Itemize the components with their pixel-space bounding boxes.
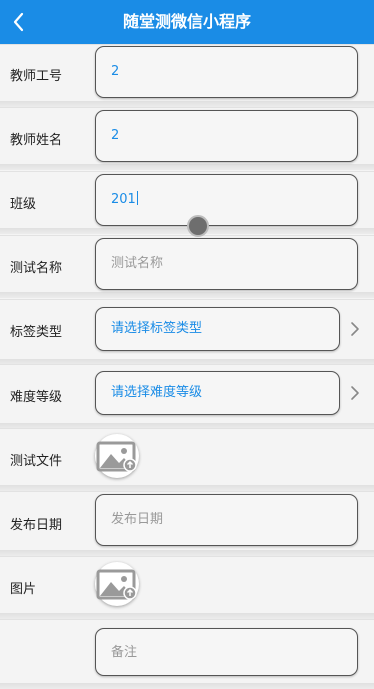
teacher-id-input[interactable]: 2 bbox=[95, 46, 358, 98]
form-row-image: 图片 bbox=[0, 556, 374, 619]
text-cursor bbox=[136, 191, 138, 205]
test-file-label: 测试文件 bbox=[10, 454, 63, 469]
class-label: 班级 bbox=[10, 197, 37, 212]
remark-input[interactable]: 备注 bbox=[95, 628, 358, 676]
test-file-upload-button[interactable] bbox=[95, 434, 139, 478]
page-title: 随堂测微信小程序 bbox=[122, 12, 251, 31]
test-name-input[interactable]: 测试名称 bbox=[95, 238, 358, 290]
form-row-test-file: 测试文件 bbox=[0, 428, 374, 491]
teacher-name-label: 教师姓名 bbox=[10, 133, 63, 148]
teacher-id-label: 教师工号 bbox=[10, 69, 63, 84]
test-name-label: 测试名称 bbox=[10, 261, 63, 276]
tag-type-label: 标签类型 bbox=[10, 325, 63, 340]
publish-date-input[interactable]: 发布日期 bbox=[95, 494, 358, 546]
chevron-right-icon[interactable] bbox=[349, 384, 361, 402]
teacher-name-input[interactable]: 2 bbox=[95, 110, 358, 162]
tag-type-picker[interactable]: 请选择标签类型 bbox=[95, 307, 340, 351]
publish-date-label: 发布日期 bbox=[10, 518, 63, 533]
touch-indicator bbox=[187, 215, 209, 237]
class-input-value: 201 bbox=[111, 192, 136, 207]
image-upload-button[interactable] bbox=[95, 562, 139, 606]
image-upload-icon bbox=[96, 569, 137, 600]
top-bar: 随堂测微信小程序 bbox=[0, 0, 374, 44]
difficulty-label: 难度等级 bbox=[10, 390, 63, 405]
chevron-right-icon[interactable] bbox=[349, 320, 361, 338]
difficulty-picker[interactable]: 请选择难度等级 bbox=[95, 371, 340, 415]
image-label: 图片 bbox=[10, 582, 37, 597]
image-upload-icon bbox=[96, 441, 137, 472]
class-input[interactable]: 201 bbox=[95, 174, 358, 226]
